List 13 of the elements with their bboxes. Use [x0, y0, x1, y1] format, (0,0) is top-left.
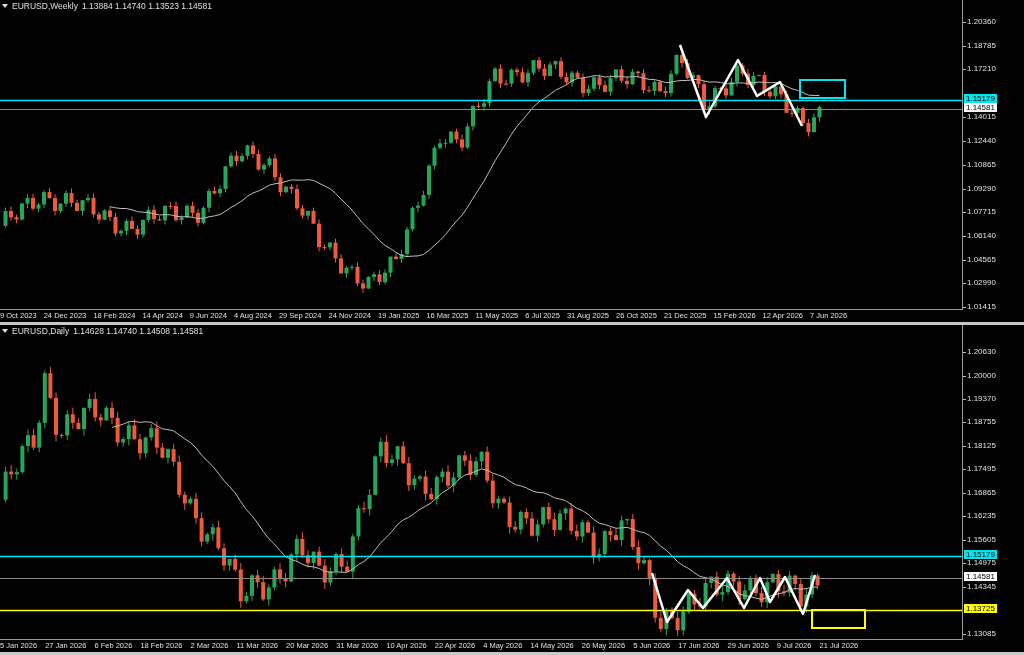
price-tag: 1.15179 [964, 94, 997, 103]
chart-title: EURUSD,Weekly [12, 1, 78, 11]
price-tag: 1.14581 [964, 572, 997, 581]
ohlc-values: 1.14628 1.14740 1.14508 1.14581 [73, 326, 204, 336]
price-tag: 1.15179 [964, 550, 997, 559]
dropdown-icon[interactable] [2, 329, 8, 333]
target-rectangle [799, 79, 846, 99]
price-tag: 1.13725 [964, 604, 997, 613]
dropdown-icon[interactable] [2, 4, 8, 8]
chart-title: EURUSD,Daily [12, 326, 70, 336]
ohlc-values: 1.13884 1.14740 1.13523 1.14581 [81, 1, 212, 11]
target-rectangle [811, 609, 866, 629]
price-tag: 1.14581 [964, 103, 997, 112]
